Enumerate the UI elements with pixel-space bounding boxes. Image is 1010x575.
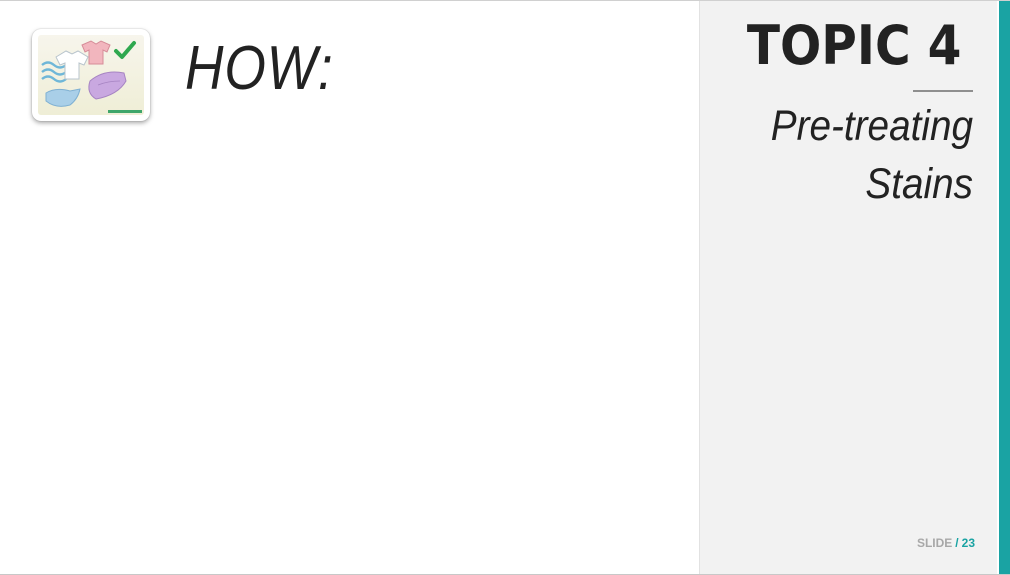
slide-number: SLIDE/23 [917,535,975,551]
topic-label: TOPIC 4 [746,14,961,77]
laundry-clothes-checkmark-icon [32,29,150,121]
slide-number-value: 23 [961,536,975,550]
slide-number-label: SLIDE [916,536,953,550]
slide-heading: HOW: [185,34,334,103]
topic-subtitle-line: Pre-treating [770,102,973,150]
slide-number-separator: / [955,536,959,550]
topic-subtitle: Pre-treating Stains [721,97,973,213]
accent-bar [997,1,1010,574]
presentation-slide: HOW: TOPIC 4 Pre-treating Stains SLIDE/2… [0,0,1010,575]
topic-sidebar: TOPIC 4 Pre-treating Stains SLIDE/23 [699,1,997,574]
topic-divider [913,90,973,92]
slide-content-area: HOW: [0,1,699,574]
topic-subtitle-line: Stains [865,160,973,208]
